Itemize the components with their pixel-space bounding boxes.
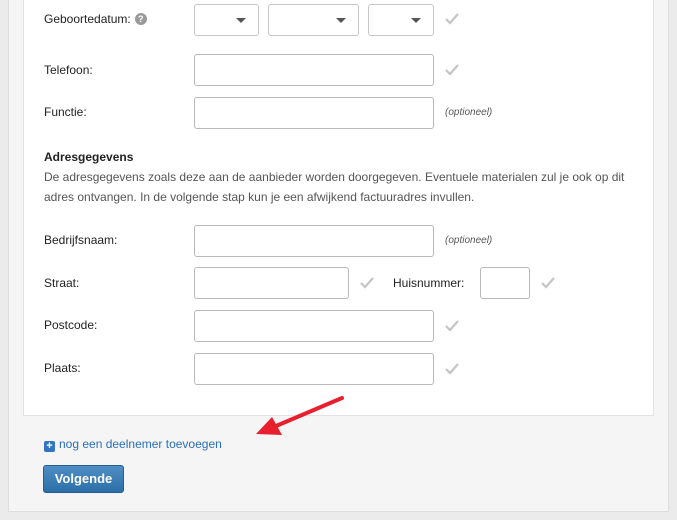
phone-input[interactable] (194, 54, 434, 86)
function-optional-note: (optioneel) (445, 107, 493, 118)
checkmark-icon (360, 277, 374, 289)
birthdate-month-select[interactable] (268, 4, 359, 36)
checkmark-icon (445, 363, 459, 375)
birthdate-day-select[interactable] (194, 4, 259, 36)
checkmark-icon (445, 320, 459, 332)
company-label: Bedrijfsnaam: (44, 233, 118, 247)
birthdate-year-select[interactable] (368, 4, 434, 36)
help-icon[interactable]: ? (134, 13, 147, 25)
chevron-down-icon (336, 18, 346, 23)
company-optional-note: (optioneel) (445, 235, 493, 246)
chevron-down-icon (411, 18, 421, 23)
address-description: De adresgegevens zoals deze aan de aanbi… (44, 170, 625, 204)
checkmark-icon (541, 277, 555, 289)
address-section-title: Adresgegevens (44, 150, 134, 164)
street-label: Straat: (44, 276, 80, 290)
street-input[interactable] (194, 267, 349, 299)
next-button[interactable]: Volgende (43, 465, 124, 493)
house-number-input[interactable] (480, 267, 530, 299)
add-participant-link[interactable]: + nog een deelnemer toevoegen (44, 437, 222, 452)
house-number-label: Huisnummer: (393, 276, 465, 290)
city-input[interactable] (194, 353, 434, 385)
annotation-arrow (256, 396, 344, 435)
function-label: Functie: (44, 105, 87, 119)
checkmark-icon (445, 13, 459, 25)
company-input[interactable] (194, 225, 434, 257)
checkmark-icon (445, 64, 459, 76)
chevron-down-icon (236, 18, 246, 23)
phone-label: Telefoon: (44, 63, 93, 77)
postcode-label: Postcode: (44, 318, 98, 332)
birthdate-label: Geboortedatum:? (44, 12, 147, 26)
add-participant-label: nog een deelnemer toevoegen (59, 437, 222, 451)
function-input[interactable] (194, 97, 434, 129)
birthdate-label-text: Geboortedatum: (44, 12, 131, 26)
city-label: Plaats: (44, 361, 81, 375)
plus-icon: + (44, 441, 55, 452)
postcode-input[interactable] (194, 310, 434, 342)
